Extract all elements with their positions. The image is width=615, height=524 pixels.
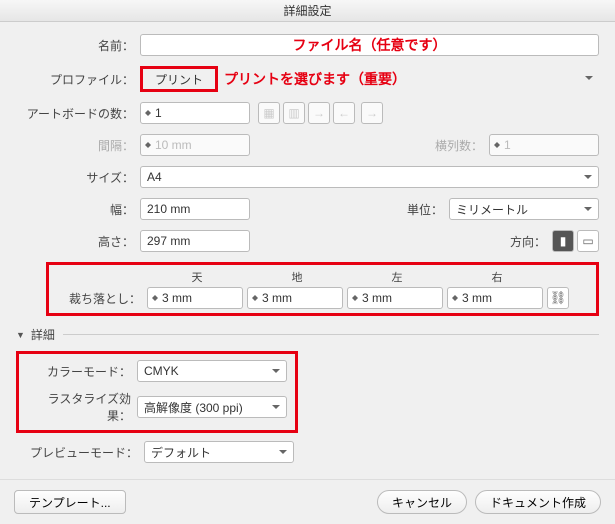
raster-select[interactable]: 高解像度 (300 ppi) bbox=[137, 396, 287, 418]
bleed-bottom-label: 地 bbox=[247, 269, 347, 285]
bleed-right-stepper[interactable]: 3 mm bbox=[447, 287, 543, 309]
preview-label: プレビューモード： bbox=[16, 444, 144, 461]
width-label: 幅： bbox=[16, 201, 140, 218]
bleed-top-label: 天 bbox=[147, 269, 247, 285]
orientation-portrait-icon[interactable]: ▮ bbox=[552, 230, 574, 252]
width-input[interactable]: 210 mm bbox=[140, 198, 250, 220]
units-label: 単位： bbox=[399, 201, 449, 218]
arrow-right2-icon: → bbox=[361, 102, 383, 124]
colormode-label: カラーモード： bbox=[27, 363, 137, 380]
columns-stepper: 1 bbox=[489, 134, 599, 156]
size-select[interactable]: A4 bbox=[140, 166, 599, 188]
cancel-button[interactable]: キャンセル bbox=[377, 490, 467, 514]
bleed-left-stepper[interactable]: 3 mm bbox=[347, 287, 443, 309]
orientation-landscape-icon[interactable]: ▭ bbox=[577, 230, 599, 252]
height-label: 高さ： bbox=[16, 233, 140, 250]
spacing-label: 間隔： bbox=[16, 137, 140, 154]
profile-value: プリント bbox=[145, 71, 213, 88]
height-input[interactable]: 297 mm bbox=[140, 230, 250, 252]
link-icon[interactable]: ⛓ bbox=[547, 287, 569, 309]
artboards-label: アートボードの数： bbox=[16, 105, 140, 122]
preview-select[interactable]: デフォルト bbox=[144, 441, 294, 463]
colormode-select[interactable]: CMYK bbox=[137, 360, 287, 382]
bleed-left-label: 左 bbox=[347, 269, 447, 285]
units-select[interactable]: ミリメートル bbox=[449, 198, 599, 220]
profile-label: プロファイル： bbox=[16, 71, 140, 88]
artboards-stepper[interactable]: 1 bbox=[140, 102, 250, 124]
arrow-left-icon: ← bbox=[333, 102, 355, 124]
spacing-stepper: 10 mm bbox=[140, 134, 250, 156]
profile-annotation: プリントを選びます（重要） bbox=[224, 69, 406, 89]
columns-label: 横列数： bbox=[429, 137, 489, 154]
bleed-top-stepper[interactable]: 3 mm bbox=[147, 287, 243, 309]
advanced-section[interactable]: 詳細 bbox=[16, 326, 599, 343]
name-annotation: ファイル名（任意です） bbox=[293, 35, 447, 55]
grid-row-icon: ▦ bbox=[258, 102, 280, 124]
raster-label: ラスタライズ効果： bbox=[27, 390, 137, 424]
bleed-label: 裁ち落とし： bbox=[55, 290, 147, 307]
window-title: 詳細設定 bbox=[0, 0, 615, 22]
grid-col-icon: ▥ bbox=[283, 102, 305, 124]
template-button[interactable]: テンプレート... bbox=[14, 490, 126, 514]
profile-select[interactable] bbox=[412, 68, 599, 90]
arrow-right-icon: → bbox=[308, 102, 330, 124]
size-label: サイズ： bbox=[16, 169, 140, 186]
create-button[interactable]: ドキュメント作成 bbox=[475, 490, 601, 514]
name-input[interactable]: ファイル名（任意です） bbox=[140, 34, 599, 56]
bleed-right-label: 右 bbox=[447, 269, 547, 285]
bleed-bottom-stepper[interactable]: 3 mm bbox=[247, 287, 343, 309]
name-label: 名前： bbox=[16, 37, 140, 54]
orientation-label: 方向： bbox=[502, 233, 552, 250]
